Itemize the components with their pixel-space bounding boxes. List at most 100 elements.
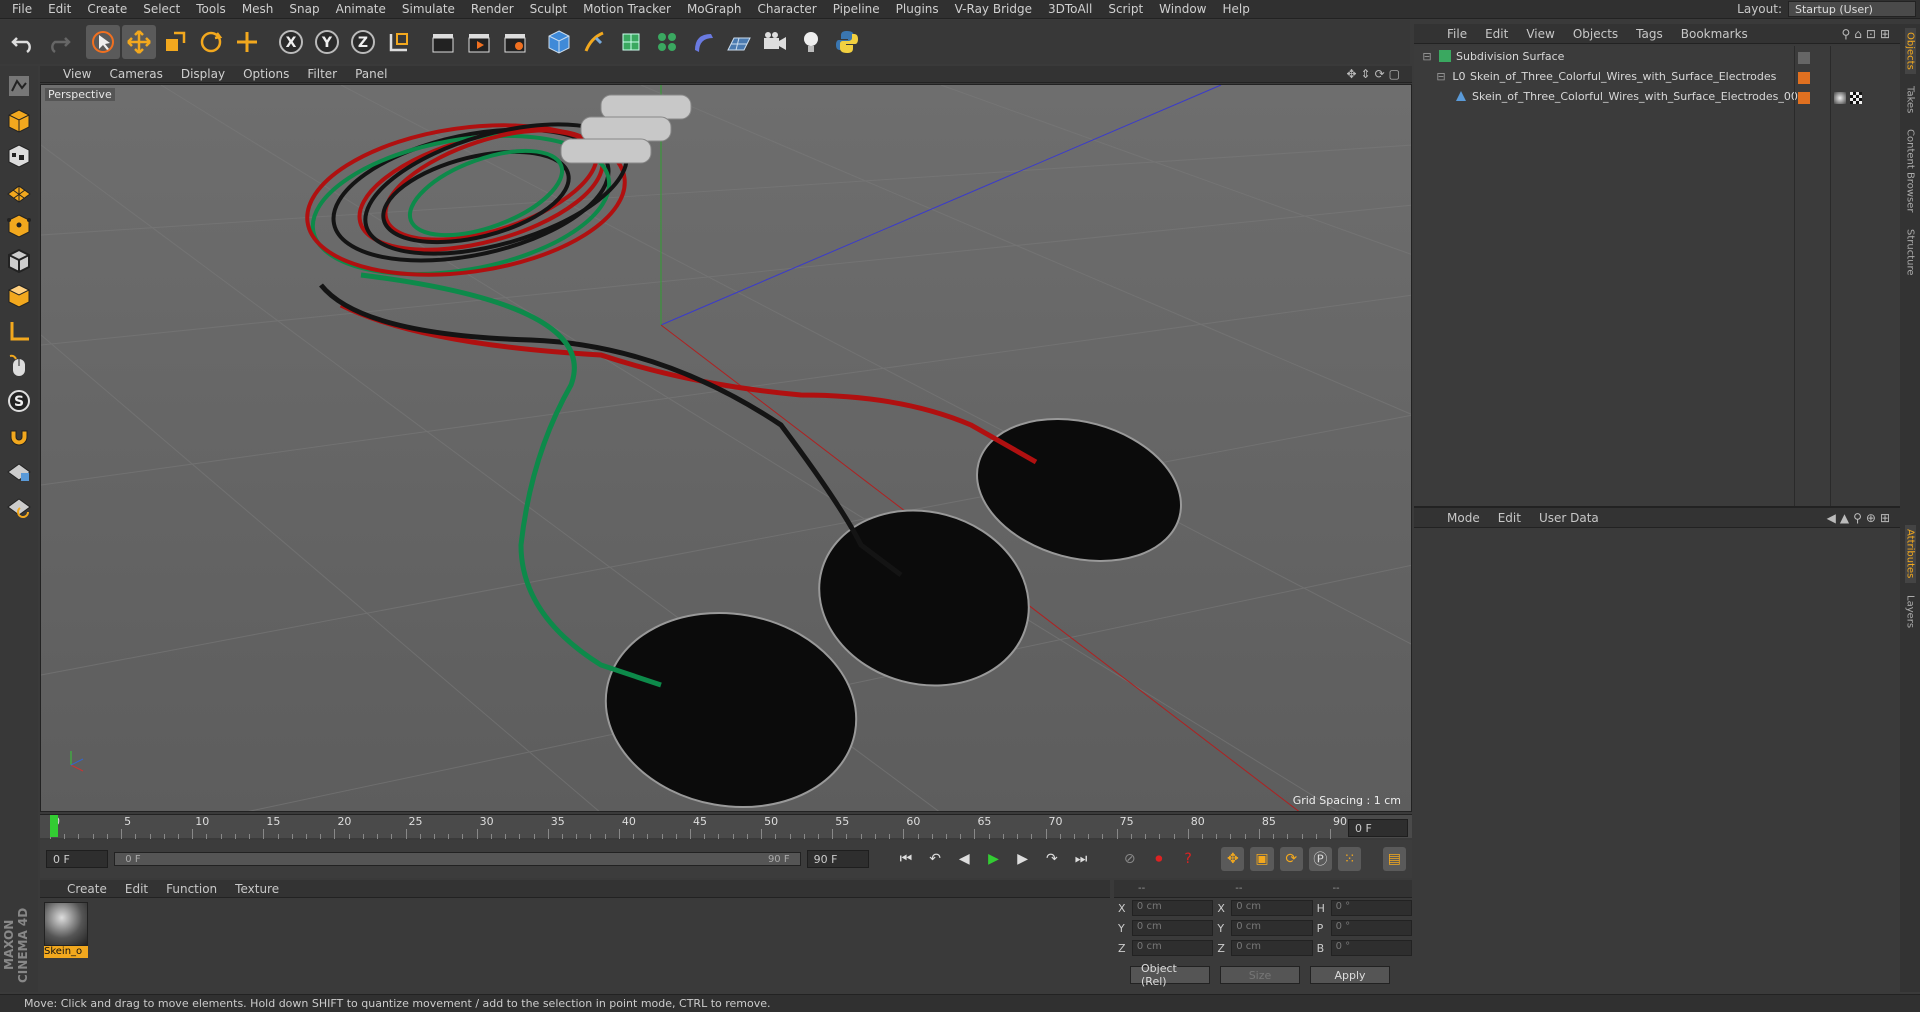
objects-menu-bookmarks[interactable]: Bookmarks (1672, 27, 1757, 41)
planar-workplane-button[interactable] (3, 490, 35, 522)
snap-button[interactable]: S (3, 385, 35, 417)
cube-object-button[interactable] (542, 25, 576, 59)
attributes-menu-edit[interactable]: Edit (1489, 511, 1530, 525)
texture-tag-icon[interactable] (1850, 92, 1862, 104)
prev-key-button[interactable]: ↶ (924, 847, 947, 871)
points-mode-button[interactable] (3, 210, 35, 242)
render-picture-viewer-button[interactable] (462, 25, 496, 59)
goto-end-button[interactable]: ⏭ (1069, 847, 1092, 871)
record-keys-button[interactable]: ⊘ (1118, 847, 1141, 871)
objects-menu-view[interactable]: View (1517, 27, 1563, 41)
viewport-nav-icons[interactable]: ✥⇕⟳▢ (1346, 67, 1412, 81)
python-script-button[interactable] (830, 25, 864, 59)
material-menu-function[interactable]: Function (157, 882, 226, 896)
visibility-toggle[interactable] (1798, 52, 1810, 64)
objects-menu-objects[interactable]: Objects (1564, 27, 1627, 41)
attributes-nav-icons[interactable]: ◀▲⚲⊕⊞ (1827, 511, 1900, 525)
light-button[interactable] (794, 25, 828, 59)
frame-range-slider[interactable]: 0 F 90 F (114, 852, 801, 866)
menu-render[interactable]: Render (463, 2, 522, 16)
move-tool-button[interactable] (122, 25, 156, 59)
y-axis-button[interactable]: Y (310, 25, 344, 59)
deformer-button[interactable] (686, 25, 720, 59)
objects-menu-tags[interactable]: Tags (1627, 27, 1672, 41)
tab-objects[interactable]: Objects (1904, 28, 1916, 74)
timeline-playhead[interactable] (50, 815, 58, 837)
end-frame-field[interactable]: 90 F (806, 850, 869, 868)
menu-vray-bridge[interactable]: V-Ray Bridge (947, 2, 1040, 16)
viewport-menu-view[interactable]: View (54, 67, 100, 81)
coordinate-system-button[interactable] (382, 25, 416, 59)
keyframe-selection-button[interactable]: ? (1176, 847, 1199, 871)
lock-workplane-button[interactable] (3, 455, 35, 487)
live-selection-button[interactable] (86, 25, 120, 59)
tweak-mode-button[interactable] (3, 350, 35, 382)
position-x-field[interactable]: 0 cm (1131, 900, 1214, 916)
object-row-skein[interactable]: ⊟ L0 Skein_of_Three_Colorful_Wires_with_… (1414, 66, 1900, 86)
play-button[interactable]: ▶ (982, 847, 1005, 871)
current-frame-field[interactable]: 0 F (1348, 819, 1408, 837)
menu-plugins[interactable]: Plugins (888, 2, 947, 16)
layer-color-tag[interactable] (1798, 92, 1810, 104)
layout-dropdown[interactable]: Startup (User) (1788, 1, 1916, 17)
edges-mode-button[interactable] (3, 245, 35, 277)
axis-mode-button[interactable] (3, 315, 35, 347)
menu-file[interactable]: File (4, 2, 40, 16)
perspective-viewport[interactable]: Perspective Grid Spacing : 1 cm (40, 84, 1412, 812)
viewport-menu-panel[interactable]: Panel (346, 67, 396, 81)
menu-window[interactable]: Window (1151, 2, 1214, 16)
tab-takes[interactable]: Takes (1905, 82, 1916, 117)
viewport-menu-display[interactable]: Display (172, 67, 234, 81)
last-tool-button[interactable] (230, 25, 264, 59)
viewport-menu-options[interactable]: Options (234, 67, 298, 81)
pen-spline-button[interactable] (578, 25, 612, 59)
autokey-button[interactable]: ⏺ (1147, 847, 1170, 871)
viewport-menu-cameras[interactable]: Cameras (100, 67, 171, 81)
render-settings-button[interactable] (498, 25, 532, 59)
menu-edit[interactable]: Edit (40, 2, 79, 16)
menu-create[interactable]: Create (79, 2, 135, 16)
menu-mesh[interactable]: Mesh (234, 2, 282, 16)
floor-scene-button[interactable] (722, 25, 756, 59)
viewport-menu-filter[interactable]: Filter (298, 67, 346, 81)
coordinate-mode-dropdown[interactable]: Object (Rel) (1130, 962, 1210, 988)
key-scale-button[interactable]: ▣ (1250, 847, 1274, 871)
expand-icon[interactable]: ⊟ (1434, 69, 1448, 83)
timeline-ruler[interactable]: 051015202530354045505560657075808590 0 F (40, 814, 1412, 839)
start-frame-field[interactable]: 0 F (46, 850, 109, 868)
menu-mograph[interactable]: MoGraph (679, 2, 750, 16)
menu-animate[interactable]: Animate (328, 2, 394, 16)
material-menu-create[interactable]: Create (58, 882, 116, 896)
object-row-skein-001[interactable]: Skein_of_Three_Colorful_Wires_with_Surfa… (1414, 86, 1900, 106)
material-tag-icon[interactable] (1834, 92, 1846, 104)
menu-tools[interactable]: Tools (188, 2, 234, 16)
object-manager-tool-icons[interactable]: ⚲⌂⊡⊞ (1841, 27, 1900, 41)
rotation-b-field[interactable]: 0 ° (1330, 940, 1412, 956)
key-parameter-button[interactable]: Ⓟ (1308, 847, 1332, 871)
menu-pipeline[interactable]: Pipeline (825, 2, 888, 16)
size-mode-dropdown[interactable]: Size (1220, 966, 1300, 984)
objects-menu-edit[interactable]: Edit (1476, 27, 1517, 41)
position-z-field[interactable]: 0 cm (1131, 940, 1214, 956)
goto-start-button[interactable]: ⏮ (894, 847, 917, 871)
key-rotation-button[interactable]: ⟳ (1279, 847, 1303, 871)
material-menu-edit[interactable]: Edit (116, 882, 157, 896)
material-menu-texture[interactable]: Texture (226, 882, 288, 896)
material-swatch[interactable]: Skein_o (44, 902, 88, 958)
position-y-field[interactable]: 0 cm (1131, 920, 1214, 936)
object-row-subdivision[interactable]: ⊟ Subdivision Surface (1414, 46, 1900, 66)
render-view-button[interactable] (426, 25, 460, 59)
layer-color-tag[interactable] (1798, 72, 1810, 84)
menu-3dtoall[interactable]: 3DToAll (1040, 2, 1100, 16)
magnet-button[interactable] (3, 420, 35, 452)
model-mode-button[interactable] (3, 105, 35, 137)
menu-help[interactable]: Help (1214, 2, 1257, 16)
rotation-h-field[interactable]: 0 ° (1330, 900, 1412, 916)
menu-script[interactable]: Script (1100, 2, 1151, 16)
apply-button[interactable]: Apply (1310, 966, 1390, 984)
redo-button[interactable] (42, 25, 76, 59)
rotation-p-field[interactable]: 0 ° (1330, 920, 1412, 936)
workplane-mode-button[interactable] (3, 175, 35, 207)
subdivision-generator-button[interactable] (614, 25, 648, 59)
x-axis-button[interactable]: X (274, 25, 308, 59)
